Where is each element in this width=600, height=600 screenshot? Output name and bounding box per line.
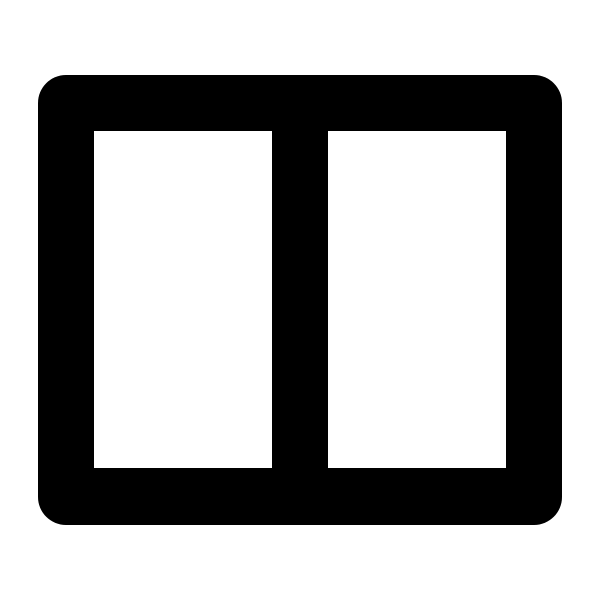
split-view-columns-icon [0, 0, 600, 600]
split-view-columns-svg [38, 75, 562, 525]
left-pane [94, 131, 272, 468]
icon-canvas [0, 0, 600, 600]
right-pane [328, 131, 506, 468]
